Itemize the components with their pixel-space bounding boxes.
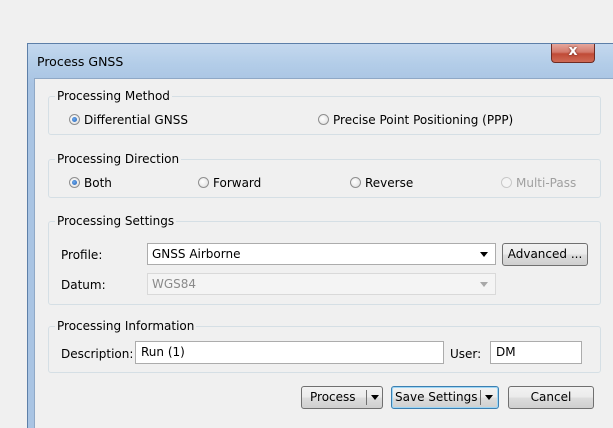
process-gnss-dialog: Process GNSS x Processing Method Differe… <box>27 43 613 428</box>
radio-unselected-icon <box>350 177 361 188</box>
radio-both-label: Both <box>84 176 112 190</box>
profile-dropdown[interactable]: GNSS Airborne <box>147 243 496 265</box>
processing-method-legend: Processing Method <box>57 89 170 103</box>
close-icon: x <box>568 43 578 59</box>
radio-selected-icon <box>69 114 80 125</box>
chevron-down-icon[interactable] <box>485 395 493 400</box>
dialog-title: Process GNSS <box>37 54 124 69</box>
radio-differential-gnss-label: Differential GNSS <box>84 113 188 127</box>
title-bar[interactable]: Process GNSS x <box>28 43 613 78</box>
radio-ppp-label: Precise Point Positioning (PPP) <box>333 113 514 127</box>
process-split-button[interactable]: Process <box>301 386 383 409</box>
radio-selected-icon <box>69 177 80 188</box>
chevron-down-icon[interactable] <box>371 395 379 400</box>
datum-value: WGS84 <box>152 277 197 291</box>
radio-reverse-label: Reverse <box>365 176 414 190</box>
close-button[interactable]: x <box>551 43 595 63</box>
dialog-client-area: Processing Method Differential GNSS Prec… <box>34 78 613 428</box>
chevron-down-icon <box>480 252 488 257</box>
radio-multi-pass-label: Multi-Pass <box>516 176 577 190</box>
processing-direction-group: Processing Direction <box>48 152 601 198</box>
datum-dropdown: WGS84 <box>147 273 496 295</box>
chevron-down-icon <box>480 282 488 287</box>
user-field[interactable]: DM <box>490 341 582 364</box>
save-settings-button-label: Save Settings <box>395 390 478 404</box>
advanced-button[interactable]: Advanced ... <box>502 243 588 266</box>
save-settings-split-button[interactable]: Save Settings <box>391 386 499 409</box>
process-button-label: Process <box>310 390 356 404</box>
description-field[interactable]: Run (1) <box>135 341 444 364</box>
radio-forward-label: Forward <box>213 176 262 190</box>
description-label: Description: <box>61 347 134 361</box>
cancel-button[interactable]: Cancel <box>508 386 594 409</box>
processing-settings-legend: Processing Settings <box>57 214 175 228</box>
split-divider <box>480 390 481 405</box>
processing-information-legend: Processing Information <box>57 319 195 333</box>
radio-unselected-icon <box>198 177 209 188</box>
user-label: User: <box>450 347 482 361</box>
processing-direction-legend: Processing Direction <box>57 152 180 166</box>
profile-value: GNSS Airborne <box>152 247 241 261</box>
radio-disabled-icon <box>501 177 512 188</box>
processing-method-group: Processing Method <box>48 89 601 135</box>
profile-label: Profile: <box>61 248 103 262</box>
datum-label: Datum: <box>61 278 106 292</box>
radio-unselected-icon <box>318 114 329 125</box>
split-divider <box>366 390 367 405</box>
